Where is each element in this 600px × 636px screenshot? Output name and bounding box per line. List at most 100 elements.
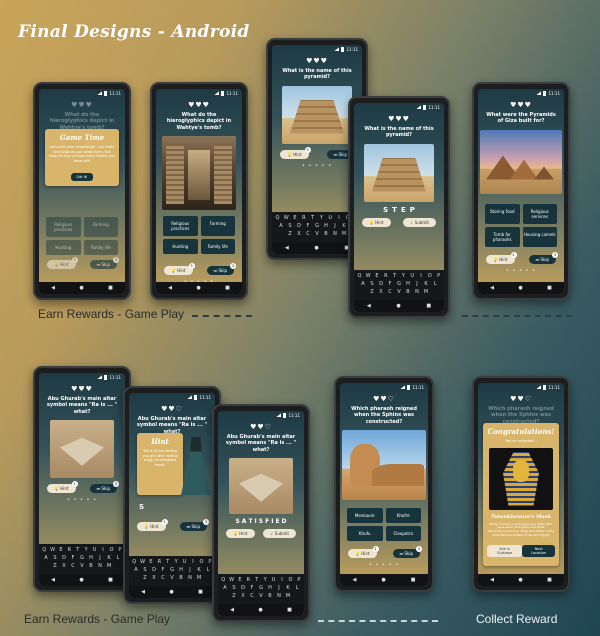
key[interactable]: L [294,585,301,591]
key[interactable]: W [139,559,145,565]
key[interactable]: O [426,273,433,279]
key[interactable]: A [360,281,367,287]
key[interactable]: A [278,223,285,229]
key[interactable]: H [267,585,274,591]
key[interactable]: A [43,555,50,561]
key[interactable]: N [187,575,194,581]
answer-button[interactable]: Religious services [522,203,557,224]
key[interactable]: U [270,577,276,583]
hint-button[interactable]: 💡 Hint 2 [486,251,517,264]
key[interactable]: J [332,223,339,229]
key[interactable]: W [283,215,290,221]
key[interactable]: S [369,281,376,287]
key[interactable]: Y [262,577,268,583]
key[interactable]: I [279,577,285,583]
back-icon[interactable]: ◀ [51,285,55,291]
key[interactable]: N [332,231,339,237]
back-icon[interactable]: ◀ [490,577,494,583]
key[interactable]: C [305,231,312,237]
back-icon[interactable]: ◀ [51,577,55,583]
key[interactable]: G [79,555,86,561]
key[interactable]: U [327,215,334,221]
recents-icon[interactable]: ■ [198,589,203,595]
key[interactable]: D [61,555,68,561]
answer-button[interactable]: Housing camels [522,226,557,247]
back-icon[interactable]: ◀ [367,303,371,309]
key[interactable]: Z [369,289,376,295]
home-icon[interactable]: ● [518,285,522,291]
submit-button[interactable]: ✓ Submit [263,528,296,538]
recents-icon[interactable]: ■ [547,285,552,291]
key[interactable]: H [178,567,185,573]
key[interactable]: E [374,273,381,279]
hint-button[interactable]: 💡 Hint 3 [47,257,78,269]
key[interactable]: A [222,585,229,591]
key[interactable]: F [305,223,312,229]
hint-button[interactable]: 💡 Hint [362,217,391,227]
recents-icon[interactable]: ■ [426,303,431,309]
key[interactable]: X [240,593,247,599]
key[interactable]: O [198,559,204,565]
key[interactable]: C [160,575,167,581]
see-in-suitcase-button[interactable]: See in Suitcase [487,545,523,558]
key[interactable]: O [287,577,293,583]
recents-icon[interactable]: ■ [108,577,113,583]
key[interactable]: E [58,547,64,553]
hint-button[interactable]: 💡 Hint 3 [280,146,311,159]
key[interactable]: M [423,289,430,295]
home-icon[interactable]: ● [169,589,173,595]
key[interactable]: E [292,215,299,221]
key[interactable]: R [382,273,389,279]
key[interactable]: G [314,223,321,229]
key[interactable]: Q [131,559,137,565]
key[interactable]: I [418,273,425,279]
back-icon[interactable]: ◀ [490,285,494,291]
key[interactable]: Y [173,559,179,565]
key[interactable]: K [106,555,113,561]
key[interactable]: H [405,281,412,287]
key[interactable]: Y [318,215,325,221]
key[interactable]: B [178,575,185,581]
key[interactable]: Z [142,575,149,581]
key[interactable]: C [249,593,256,599]
key[interactable]: S [231,585,238,591]
key[interactable]: B [323,231,330,237]
key[interactable]: I [100,547,106,553]
submit-button[interactable]: ✓ Submit [403,217,436,227]
key[interactable]: F [249,585,256,591]
key[interactable]: Q [220,577,226,583]
key[interactable]: I [190,559,196,565]
answer-button[interactable]: Family life [83,240,118,255]
key[interactable]: N [97,563,104,569]
skip-button[interactable]: ⏭ Skip3 [392,545,422,558]
key[interactable]: B [88,563,95,569]
key[interactable]: E [148,559,154,565]
key[interactable]: I [336,215,343,221]
key[interactable]: M [285,593,292,599]
key[interactable]: V [79,563,86,569]
skip-button[interactable]: ⏭ Skip3 [179,519,209,531]
hint-button[interactable]: 💡 Hint [226,528,255,538]
key[interactable]: K [341,223,348,229]
key[interactable]: Z [287,231,294,237]
back-icon[interactable]: ◀ [168,285,172,291]
key[interactable]: X [378,289,385,295]
key[interactable]: F [70,555,77,561]
back-icon[interactable]: ◀ [230,607,234,613]
answer-button[interactable]: Religious practices [46,217,81,237]
answer-button[interactable]: Storing food [485,203,520,224]
key[interactable]: T [391,273,398,279]
key[interactable]: T [254,577,260,583]
home-icon[interactable]: ● [79,577,83,583]
key[interactable]: K [196,567,203,573]
key[interactable]: W [49,547,55,553]
key[interactable]: M [196,575,203,581]
key[interactable]: J [276,585,283,591]
key[interactable]: V [258,593,265,599]
key[interactable]: J [414,281,421,287]
home-icon[interactable]: ● [396,303,400,309]
key[interactable]: R [66,547,72,553]
key[interactable]: N [414,289,421,295]
key[interactable]: D [240,585,247,591]
key[interactable]: U [181,559,187,565]
